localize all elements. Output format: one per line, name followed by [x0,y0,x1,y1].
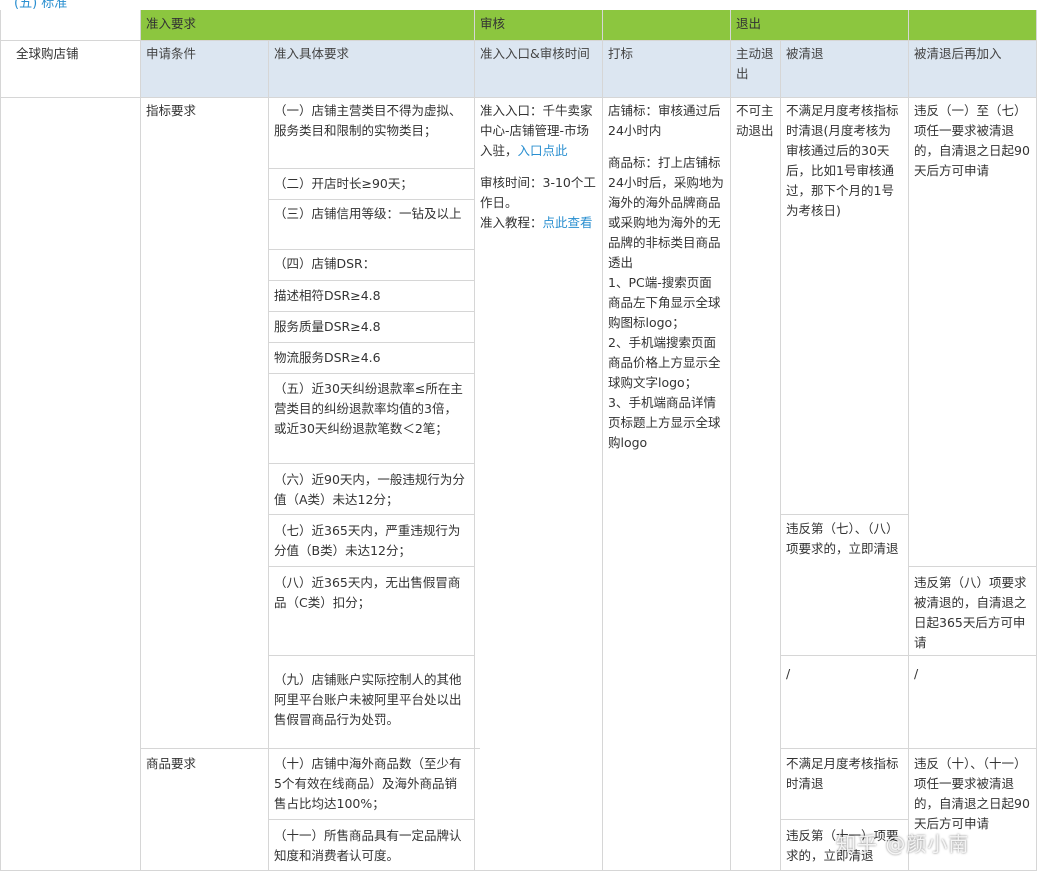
subheader-tagging: 打标 [602,40,730,97]
requirement-4c: 物流服务DSR≥4.6 [274,350,381,365]
grid-line [780,748,1037,749]
cleared-info-3: / [786,666,791,681]
requirement-2: （二）开店时长≥90天； [274,176,413,191]
tagging-info: 店铺标：审核通过后24小时内 商品标：打上店铺标24小时后，采购地为海外的海外品… [602,97,730,497]
grid-line [602,10,603,870]
requirement-7: （七）近365天内，严重违规行为分值（B类）未达12分； [274,523,461,558]
grid-line [474,10,475,870]
cleared-info-2: 违反第（七）、（八）项要求的，立即清退 [786,521,899,556]
grid-line [268,566,474,567]
tag-store-text: 店铺标：审核通过后24小时内 [608,103,721,138]
grid-line [140,10,141,870]
grid-line [780,40,781,870]
requirement-8: （八）近365天内，无出售假冒商品（C类）扣分； [274,575,461,610]
audit-tutorial-text: 准入教程： [480,215,543,230]
requirement-4b: 服务质量DSR≥4.8 [274,319,381,334]
header-cell-empty-1 [0,10,140,40]
rejoin-info-1: 违反（一）至（七）项任一要求被清退的，自清退之日起90天后方可申请 [914,103,1030,178]
top-cutoff-label: (五) 标准 [14,0,68,10]
grid-line [268,280,474,281]
subheader-cleared: 被清退 [780,40,908,97]
rejoin-info-3: / [914,666,919,681]
header-cell-empty-5 [602,10,730,40]
grid-line [268,342,474,343]
grid-line [268,463,474,464]
active-exit-info: 不可主动退出 [736,103,774,138]
cleared-info-1: 不满足月度考核指标时清退(月度考核为审核通过后的30天后，比如1号审核通过，那下… [786,103,899,218]
grid-line [0,870,1037,871]
header-cell-exit: 退出 [730,10,908,40]
requirement-5: （五）近30天纠纷退款率≤所在主营类目的纠纷退款率均值的3倍，或近30天纠纷退款… [274,381,463,436]
header-cell-audit: 审核 [474,10,602,40]
subheader-apply-condition: 申请条件 [140,40,268,97]
grid-line [730,10,731,870]
audit-tutorial-link[interactable]: 点此查看 [543,215,593,230]
subheader-entry-audit-time: 准入入口&审核时间 [474,40,602,97]
grid-line [780,819,908,820]
grid-line [268,373,474,374]
grid-line [1036,10,1037,870]
grid-line [268,168,474,169]
grid-line [268,655,474,656]
section-label-goods: 商品要求 [146,756,197,771]
grid-line [780,655,1037,656]
grid-line [268,311,474,312]
requirement-11: （十一）所售商品具有一定品牌认知度和消费者认可度。 [274,828,462,863]
requirement-9: （九）店铺账户实际控制人的其他阿里平台账户未被阿里平台处以出售假冒商品行为处罚。 [274,672,462,727]
audit-info: 准入入口：千牛卖家中心-店铺管理-市场入驻，入口点此 审核时间：3-10个工作日… [474,97,602,297]
tag-goods-text: 商品标：打上店铺标24小时后，采购地为海外的海外品牌商品或采购地为海外的无品牌的… [608,155,724,450]
requirement-4: （四）店铺DSR： [274,256,376,271]
grid-line [268,514,474,515]
grid-line [908,566,1037,567]
row-title-global-store: 全球购店铺 [16,46,79,61]
watermark: 知乎 @颜小南 [836,832,970,856]
grid-line [268,249,474,250]
requirement-10: （十）店铺中海外商品数（至少有5个有效在线商品）及海外商品销售占比均达100%； [274,756,462,811]
requirement-4a: 描述相符DSR≥4.8 [274,288,381,303]
subheader-rejoin: 被清退后再加入 [908,40,1037,97]
grid-line [140,748,480,749]
subheader-detail-req: 准入具体要求 [268,40,474,97]
grid-line [268,819,474,820]
grid-line [780,514,908,515]
audit-entry-link[interactable]: 入口点此 [518,143,568,158]
grid-line [0,10,1,870]
section-label-indicator: 指标要求 [146,103,197,118]
grid-line [0,40,1037,41]
grid-line [268,199,474,200]
grid-line [268,40,269,870]
goods-cleared-1: 不满足月度考核指标时清退 [786,756,899,791]
grid-line [0,97,1037,98]
requirement-1: （一）店铺主营类目不得为虚拟、服务类目和限制的实物类目； [274,103,462,138]
requirement-6: （六）近90天内，一般违规行为分值（A类）未达12分； [274,472,465,507]
rejoin-info-2: 违反第（八）项要求被清退的，自清退之日起365天后方可申请 [914,575,1027,650]
top-cutoff-text: (五) 标准 [0,0,1046,10]
header-cell-access: 准入要求 [140,10,474,40]
header-cell-empty-8 [908,10,1037,40]
audit-time-text: 审核时间：3-10个工作日。 [480,175,596,210]
requirement-3: （三）店铺信用等级：一钻及以上 [274,206,462,221]
grid-line [908,10,909,870]
subheader-active-exit: 主动退出 [730,40,780,97]
